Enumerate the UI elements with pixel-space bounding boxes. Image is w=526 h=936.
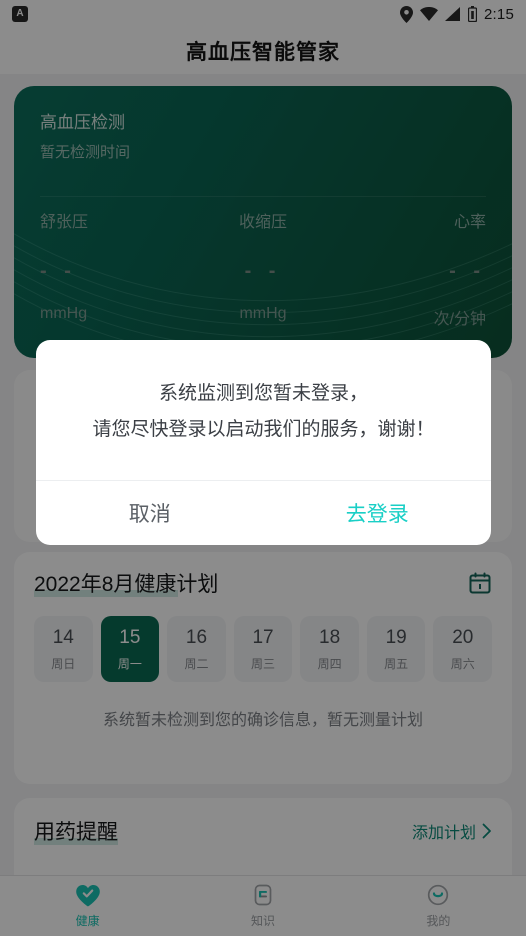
dialog-message: 系统监测到您暂未登录， 请您尽快登录以启动我们的服务，谢谢！ — [36, 340, 491, 480]
dialog-message-line-1: 系统监测到您暂未登录， — [158, 383, 368, 404]
cancel-button[interactable]: 取消 — [36, 481, 264, 545]
dialog-actions: 取消 去登录 — [36, 480, 491, 545]
dialog-message-line-2: 请您尽快登录以启动我们的服务，谢谢！ — [92, 419, 435, 440]
go-login-button[interactable]: 去登录 — [264, 481, 492, 545]
login-prompt-dialog: 系统监测到您暂未登录， 请您尽快登录以启动我们的服务，谢谢！ 取消 去登录 — [36, 340, 491, 545]
